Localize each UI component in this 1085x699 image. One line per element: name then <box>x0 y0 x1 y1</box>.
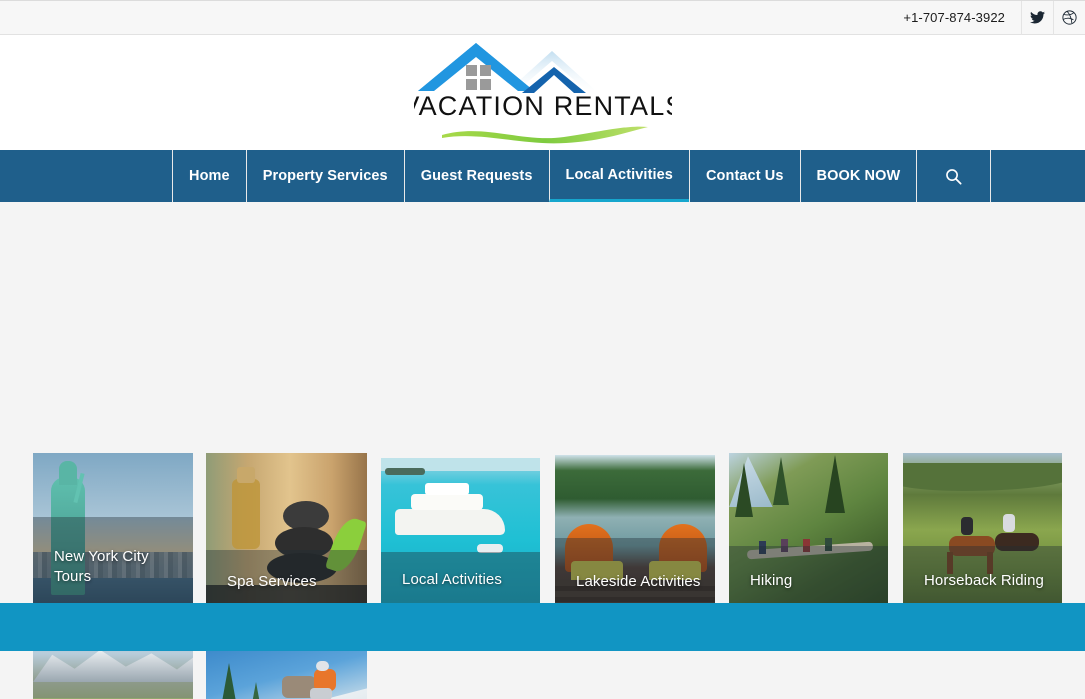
activities-content: New York City Tours Spa Services Local A… <box>0 202 1085 699</box>
card-title: New York City Tours <box>54 548 149 585</box>
activity-card-horseback-riding[interactable]: Horseback Riding <box>903 453 1062 613</box>
nav-label: Property Services <box>262 168 388 184</box>
main-navigation: Home Property Services Guest Requests Lo… <box>0 150 1085 202</box>
card-title: Spa Services <box>227 573 317 590</box>
search-icon <box>945 168 962 185</box>
card-title: Lakeside Activities <box>576 573 701 590</box>
nav-right-spacer <box>990 150 1085 202</box>
activity-card-spa-services[interactable]: Spa Services <box>206 453 367 614</box>
card-title: Hiking <box>750 572 793 589</box>
nav-label: Guest Requests <box>420 168 533 184</box>
card-title: Local Activities <box>402 571 502 588</box>
nav-label: Local Activities <box>565 166 673 183</box>
site-logo[interactable]: VACATION RENTALS <box>414 39 672 147</box>
dribbble-icon[interactable] <box>1053 0 1085 35</box>
nav-item-guest-requests[interactable]: Guest Requests <box>403 150 549 202</box>
twitter-icon[interactable] <box>1021 0 1053 35</box>
footer-band <box>0 603 1085 651</box>
nav-item-local-activities[interactable]: Local Activities <box>548 150 689 202</box>
nav-left-spacer <box>0 150 172 202</box>
activity-card-hiking[interactable]: Hiking <box>729 453 888 613</box>
nav-label: Contact Us <box>705 168 784 184</box>
nav-label: Home <box>189 168 230 184</box>
activity-card-new-york-city-tours[interactable]: New York City Tours <box>33 453 193 613</box>
logo-wordmark: VACATION RENTALS <box>414 91 672 121</box>
nav-search-button[interactable] <box>916 150 990 202</box>
top-bar: +1-707-874-3922 <box>0 0 1085 35</box>
nav-item-property-services[interactable]: Property Services <box>245 150 404 202</box>
card-title: Horseback Riding <box>924 572 1044 589</box>
activity-card-local-activities[interactable]: Local Activities <box>381 458 540 607</box>
nav-item-contact-us[interactable]: Contact Us <box>688 150 800 202</box>
nav-item-book-now[interactable]: BOOK NOW <box>799 150 917 202</box>
nav-label: BOOK NOW <box>816 168 901 184</box>
site-header: VACATION RENTALS <box>0 35 1085 150</box>
house-roof-logo: VACATION RENTALS <box>414 42 672 143</box>
phone-number[interactable]: +1-707-874-3922 <box>903 10 1021 25</box>
activity-card-lakeside-activities[interactable]: Lakeside Activities <box>555 455 715 611</box>
nav-item-home[interactable]: Home <box>172 150 246 202</box>
